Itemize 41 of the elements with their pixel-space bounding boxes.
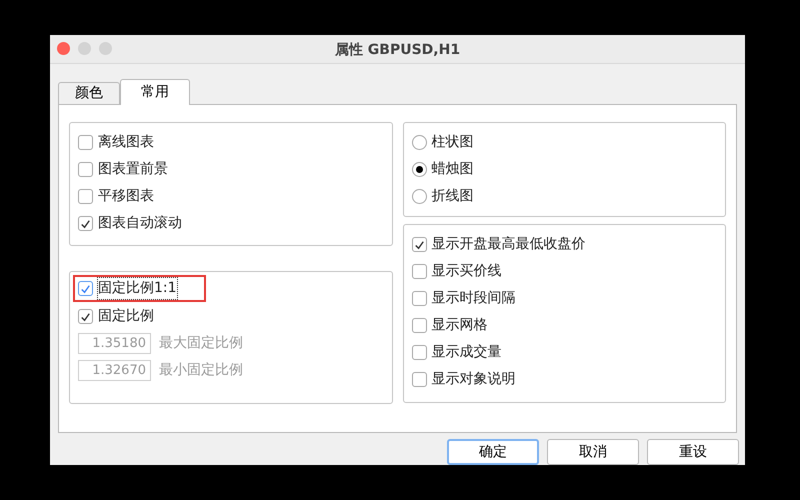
minimize-icon[interactable] <box>78 42 91 56</box>
checkbox-label: 固定比例1:1 <box>98 278 177 300</box>
radio-button[interactable] <box>412 162 426 178</box>
checkbox[interactable] <box>412 237 426 252</box>
checkbox[interactable] <box>412 291 426 306</box>
checkbox[interactable] <box>78 309 93 324</box>
radio-label: 蜡烛图 <box>432 160 474 180</box>
radio-label: 折线图 <box>432 187 474 206</box>
checkbox-label: 显示网格 <box>432 316 488 336</box>
checkbox[interactable] <box>412 318 426 334</box>
checkbox-label: 显示时段间隔 <box>432 289 516 308</box>
field-label: 最大固定比例 <box>159 334 243 353</box>
checkbox[interactable] <box>78 135 93 150</box>
checkbox[interactable] <box>78 216 93 232</box>
checkbox-label: 显示成交量 <box>432 343 502 362</box>
checkbox[interactable] <box>412 372 426 388</box>
radio-button[interactable] <box>412 189 426 204</box>
checkbox-label: 固定比例 <box>98 307 154 326</box>
dialog-button[interactable]: 确定 <box>447 439 539 465</box>
dialog-button[interactable]: 重设 <box>647 439 739 465</box>
checkbox-label: 离线图表 <box>98 133 154 152</box>
field-label: 最小固定比例 <box>159 360 243 380</box>
radio-button[interactable] <box>412 135 426 150</box>
tab[interactable]: 常用 <box>120 79 190 106</box>
checkbox[interactable] <box>412 345 426 360</box>
checkbox[interactable] <box>78 281 93 296</box>
checkbox[interactable] <box>412 264 426 280</box>
checkbox-label: 图表置前景 <box>98 160 168 180</box>
checkbox-label: 平移图表 <box>98 187 154 206</box>
checkbox-label: 图表自动滚动 <box>98 214 182 234</box>
checkbox-label: 显示对象说明 <box>432 370 516 390</box>
tab[interactable]: 颜色 <box>58 82 120 104</box>
close-icon[interactable] <box>57 42 70 56</box>
dialog-button[interactable]: 取消 <box>547 439 639 465</box>
checkbox[interactable] <box>78 162 93 178</box>
checkbox-label: 显示开盘最高最低收盘价 <box>432 235 586 254</box>
checkbox-label: 显示买价线 <box>432 262 502 282</box>
window-title: 属性 GBPUSD,H1 <box>334 42 460 58</box>
zoom-icon[interactable] <box>99 42 112 56</box>
checkbox[interactable] <box>78 189 93 204</box>
radio-label: 柱状图 <box>432 133 474 152</box>
